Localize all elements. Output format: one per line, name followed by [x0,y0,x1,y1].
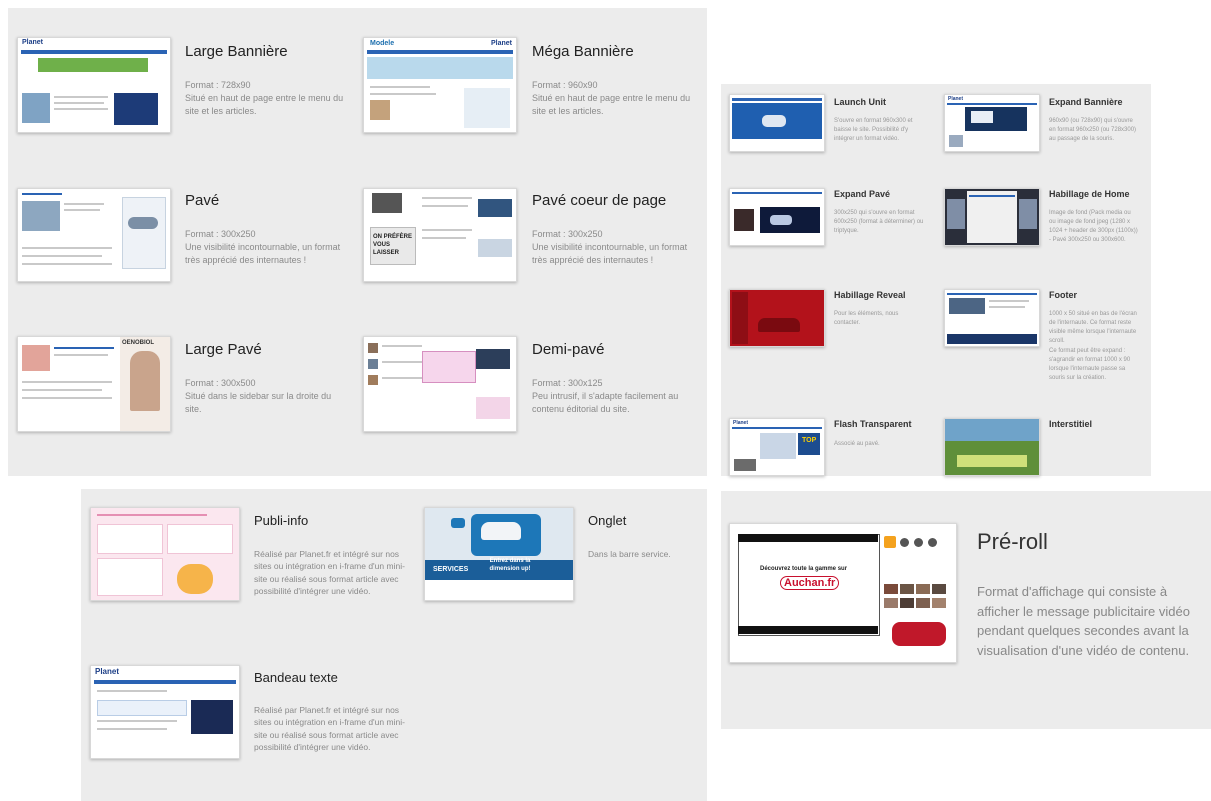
article-image [22,93,50,123]
preroll-panel: Découvrez toute la gamme sur Auchan.fr P… [721,491,1211,729]
article-image [368,359,378,369]
side-block [478,239,512,257]
side-block [476,397,510,419]
format-desc: Image de fond (Pack media ou ou image de… [1049,210,1138,243]
format-desc: Format : 300x500 Situé dans le sidebar s… [185,378,332,415]
format-desc: Format : 300x250 Une visibilité incontou… [185,229,341,266]
article-image [22,201,60,231]
ad-slot [114,93,158,125]
format-desc: 960x90 (ou 728x90) qui s'ouvre en format… [1049,118,1137,142]
top-badge: TOP [802,437,817,444]
side-block [478,199,512,217]
expand-banniere-thumbnail: Planet [944,94,1040,152]
format-title: Habillage de Home [1049,189,1130,199]
modele-logo: Modele [370,40,395,47]
preroll-title: Pré-roll [977,529,1048,554]
format-desc: Dans la barre service. [588,549,671,559]
demi-pave-thumbnail [363,336,517,432]
format-title: Expand Bannière [1049,97,1123,107]
car-image [128,217,158,229]
pave-coeur-thumbnail: ON PRÉFÈRE VOUS LAISSER [363,188,517,282]
bandeau-texte-thumbnail: Planet [90,665,240,759]
format-desc: S'ouvre en format 960x300 et baisse le s… [834,118,913,142]
format-desc-extra: Ce format peut être expand : s'agrandir … [1049,348,1131,381]
format-title: Large Bannière [185,43,288,60]
large-pave-thumbnail: OENOBIOL [17,336,171,432]
thumb-nav-bar [367,50,513,54]
format-title: Interstitiel [1049,419,1093,429]
format-title: Méga Bannière [532,43,634,60]
format-desc: Associé au pavé. [834,441,880,447]
onglet-cta: Entrez dans la dimension up! [489,558,531,572]
format-title: Onglet [588,513,627,528]
format-title: Flash Transparent [834,419,912,429]
format-title: Pavé coeur de page [532,192,667,209]
auchan-logo: Auchan.fr [780,576,840,590]
launch-unit-thumbnail [729,94,825,152]
side-block [476,349,510,369]
bottom-left-formats-panel: Publi-info Réalisé par Planet.fr et inté… [81,489,707,801]
format-title: Launch Unit [834,97,886,107]
onglet-thumbnail: SERVICES Entrez dans la dimension up! [424,507,574,601]
planet-logo: Planet [733,420,749,426]
preroll-thumbnail: Découvrez toute la gamme sur Auchan.fr [729,523,957,663]
habillage-reveal-thumbnail [729,289,825,347]
mega-banner-slot [367,57,513,79]
format-desc: Format : 300x125 Peu intrusif, il s'adap… [532,378,679,415]
format-desc: Réalisé par Planet.fr et intégré sur nos… [254,549,405,596]
interstitiel-thumbnail [944,418,1040,476]
format-title: Habillage Reveal [834,290,906,300]
planet-logo: Planet [948,96,964,102]
format-desc: Format : 728x90 Situé en haut de page en… [185,80,344,117]
format-title: Demi-pavé [532,341,605,358]
format-desc: Pour les éléments, nous contacter. [834,311,899,326]
flash-transparent-thumbnail: Planet TOP [729,418,825,476]
format-title: Pavé [185,192,220,209]
footer-thumbnail [944,289,1040,347]
preroll-desc: Format d'affichage qui consiste à affich… [977,584,1190,658]
format-desc: Format : 960x90 Situé en haut de page en… [532,80,691,117]
preroll-caption: Découvrez toute la gamme sur [760,566,848,572]
pave-ad-text: ON PRÉFÈRE VOUS LAISSER [373,234,413,256]
publi-info-thumbnail [90,507,240,601]
article-image [368,343,378,353]
planet-logo: Planet [22,39,44,46]
article-image [368,375,378,385]
services-label: SERVICES [433,566,469,573]
article-image [22,345,50,371]
habillage-home-thumbnail [944,188,1040,246]
article-image [372,193,402,213]
banner-slot [38,58,148,72]
format-desc: 300x250 qui s'ouvre en format 600x250 (f… [834,210,924,234]
pave-thumbnail [17,188,171,282]
format-title: Expand Pavé [834,189,891,199]
format-title: Publi-info [254,513,309,528]
large-banniere-thumbnail: Planet [17,37,171,133]
pave-ad-slot [122,197,166,269]
format-desc: 1000 x 50 situé en bas de l'écran de l'i… [1049,311,1137,344]
right-formats-panel: Launch Unit S'ouvre en format 960x300 et… [721,84,1151,476]
mega-banniere-thumbnail: Modele Planet [363,37,517,133]
car-image [481,522,521,540]
model-image [130,351,160,411]
article-image [370,100,390,120]
format-desc: Réalisé par Planet.fr et intégré sur nos… [254,705,405,752]
thumb-nav-bar [21,50,167,54]
planet-logo: Planet [490,40,512,47]
oenobiol-logo: OENOBIOL [122,340,155,346]
side-block [464,88,510,128]
format-title: Large Pavé [185,341,262,358]
format-title: Footer [1049,290,1077,300]
top-left-formats-panel: Planet Large Bannière Format : 728x90 Si… [8,8,707,476]
expand-pave-thumbnail [729,188,825,246]
format-title: Bandeau texte [254,670,338,685]
format-desc: Format : 300x250 Une visibilité incontou… [532,229,688,266]
planet-logo: Planet [95,667,120,676]
demi-pave-ad-slot [422,351,476,383]
